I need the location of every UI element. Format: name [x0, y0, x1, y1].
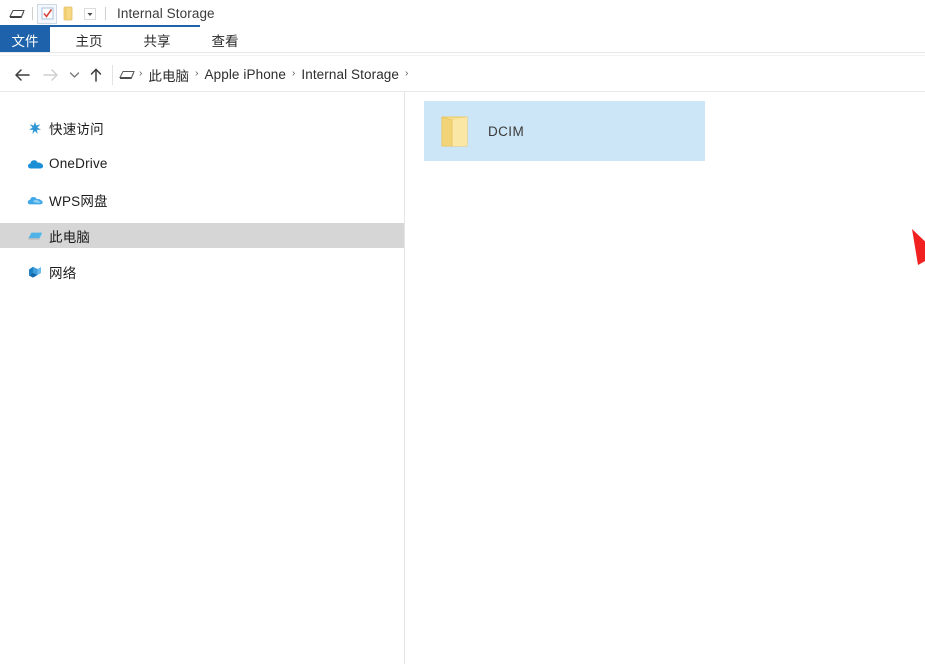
sidebar-item-onedrive[interactable]: OneDrive	[0, 151, 404, 176]
forward-button[interactable]	[36, 62, 64, 88]
properties-check-icon[interactable]	[37, 3, 57, 24]
ribbon-shadow-line	[0, 55, 925, 56]
tab-view[interactable]: 查看	[194, 27, 256, 52]
recent-locations-icon[interactable]	[64, 62, 84, 88]
breadcrumb-item-this-pc[interactable]: 此电脑	[144, 65, 193, 85]
file-item-label: DCIM	[488, 123, 525, 139]
breadcrumb-chevron-0: ›	[139, 67, 143, 79]
breadcrumb-item-apple-iphone[interactable]: Apple iPhone	[201, 67, 291, 82]
cloud-icon	[26, 155, 44, 173]
toolbar-divider-2	[105, 7, 106, 20]
wps-cloud-icon	[26, 191, 44, 209]
red-pointer-arrow	[896, 217, 925, 387]
sidebar-label-wps-cloud: WPS网盘	[49, 193, 108, 209]
pc-icon	[26, 227, 44, 245]
breadcrumb-chevron-2: ›	[292, 67, 296, 79]
breadcrumb-item-internal-storage[interactable]: Internal Storage	[297, 67, 403, 82]
folder-icon	[430, 108, 476, 154]
title-bar: Internal Storage	[0, 0, 925, 27]
sidebar-label-quick-access: 快速访问	[49, 121, 104, 137]
tab-file[interactable]: 文件	[0, 27, 50, 52]
sidebar-item-this-pc[interactable]: 此电脑	[0, 223, 404, 248]
window-title: Internal Storage	[117, 6, 215, 21]
breadcrumb[interactable]: › 此电脑 › Apple iPhone › Internal Storage …	[119, 62, 410, 88]
sidebar-label-onedrive: OneDrive	[49, 156, 108, 171]
navigation-pane: 快速访问 OneDrive WPS网盘 此电脑 网络	[0, 92, 405, 664]
file-item-dcim[interactable]: DCIM	[424, 101, 705, 161]
customize-dropdown-icon[interactable]	[79, 3, 101, 25]
breadcrumb-pc-drive-icon	[119, 68, 136, 81]
pc-drive-icon[interactable]	[6, 3, 28, 25]
breadcrumb-chevron-1: ›	[195, 67, 199, 79]
sidebar-item-wps-cloud[interactable]: WPS网盘	[0, 187, 404, 212]
new-folder-icon[interactable]	[57, 3, 79, 25]
address-bar: › 此电脑 › Apple iPhone › Internal Storage …	[0, 58, 925, 91]
tab-share[interactable]: 共享	[126, 27, 188, 52]
sidebar-label-network: 网络	[49, 265, 77, 281]
file-list-pane[interactable]: DCIM	[406, 92, 925, 664]
ribbon-tab-strip: 文件 主页 共享 查看	[0, 27, 925, 52]
up-button[interactable]	[84, 62, 108, 88]
breadcrumb-chevron-3: ›	[405, 67, 409, 79]
sidebar-item-network[interactable]: 网络	[0, 259, 404, 284]
ribbon-bottom-border	[0, 52, 925, 53]
network-icon	[26, 263, 44, 281]
tab-home[interactable]: 主页	[58, 27, 120, 52]
address-divider	[112, 64, 113, 85]
toolbar-divider-1	[32, 7, 33, 20]
star-icon	[26, 119, 44, 137]
explorer-window: Internal Storage 文件 主页 共享 查看 › 此电脑 › App…	[0, 0, 925, 664]
back-button[interactable]	[8, 62, 36, 88]
sidebar-label-this-pc: 此电脑	[49, 229, 91, 245]
sidebar-item-quick-access[interactable]: 快速访问	[0, 115, 404, 140]
